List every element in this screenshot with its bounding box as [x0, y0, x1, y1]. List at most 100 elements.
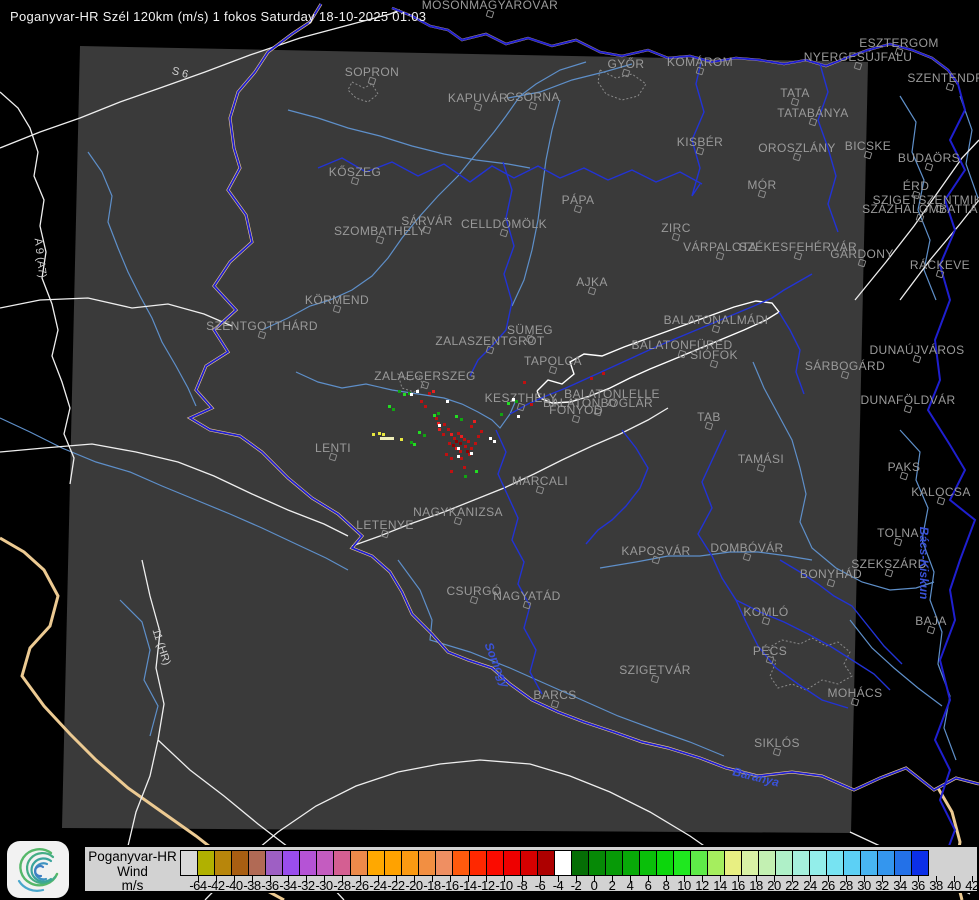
legend-tick-label: 28 [839, 878, 852, 893]
legend-tick-label: 38 [929, 878, 942, 893]
city-label: ZALAEGERSZEG [374, 369, 476, 383]
city-label: LENTI [315, 441, 351, 455]
legend-tick-label: -26 [351, 878, 368, 893]
radar-echo-pixel [464, 445, 467, 448]
legend-color-cell [333, 850, 351, 876]
radar-echo-pixel [447, 428, 450, 431]
map-title: Poganyvar-HR Szél 120km (m/s) 1 fokos Sa… [10, 9, 426, 24]
legend-tick-label: 2 [609, 878, 616, 893]
radar-echo-pixel [480, 430, 483, 433]
county-name-label: Bács-Kiskun [917, 527, 931, 600]
radar-echo-pixel [470, 425, 473, 428]
legend-color-cell [877, 850, 895, 876]
legend-tick-label: -64 [189, 878, 206, 893]
city-label: GÁRDONY [830, 247, 893, 261]
radar-echo-pixel [438, 424, 441, 427]
legend-unit: m/s [85, 879, 180, 894]
legend-color-cell [622, 850, 640, 876]
legend-color-cell [554, 850, 572, 876]
legend-color-cell [520, 850, 538, 876]
radar-echo-pixel [463, 438, 466, 441]
city-label: ÉRD [903, 179, 930, 193]
radar-echo-pixel [435, 417, 438, 420]
radar-echo-pixel [388, 405, 391, 408]
radar-echo-pixel [378, 432, 381, 435]
legend-bar: Poganyvar-HR Wind m/s -64-42-40-38-36-34… [83, 845, 979, 893]
legend-color-cell [265, 850, 283, 876]
city-label: FONYÓD [549, 403, 603, 417]
city-label: KISBÉR [677, 135, 723, 149]
legend-tick-label: 10 [677, 878, 690, 893]
city-label: MOSONMAGYARÓVÁR [422, 0, 558, 12]
legend-color-cell [639, 850, 657, 876]
legend-tick-label: -14 [459, 878, 476, 893]
radar-echo-pixel [457, 455, 460, 458]
radar-echo-pixel [450, 457, 453, 460]
radar-echo-pixel [450, 470, 453, 473]
legend-color-cell [843, 850, 861, 876]
radar-echo-pixel [517, 415, 520, 418]
legend-color-cell [248, 850, 266, 876]
legend-color-cell [503, 850, 521, 876]
city-label: AJKA [576, 275, 608, 289]
city-label: LETENYE [356, 518, 414, 532]
radar-echo-pixel [413, 443, 416, 446]
city-label: BARCS [533, 688, 576, 702]
legend-tick-label: -20 [405, 878, 422, 893]
radar-echo-pixel [470, 452, 473, 455]
radar-echo-pixel [398, 390, 401, 393]
city-label: SZOMBATHELY [334, 224, 426, 238]
city-label: CSORNA [506, 90, 560, 104]
city-label: TAB [697, 410, 721, 424]
legend-color-cell [367, 850, 385, 876]
legend-tick-label: 34 [893, 878, 906, 893]
radar-echo-pixel [512, 398, 515, 401]
city-label: MARCALI [512, 474, 568, 488]
radar-echo-pixel [433, 414, 436, 417]
radar-echo-pixel [420, 400, 423, 403]
city-label: TAMÁSI [738, 452, 784, 466]
radar-echo-pixel [507, 402, 510, 405]
radar-echo-pixel [455, 440, 458, 443]
legend-color-cell [316, 850, 334, 876]
legend-color-cell [911, 850, 929, 876]
legend-tick-label: -18 [423, 878, 440, 893]
legend-tick-label: -6 [535, 878, 546, 893]
radar-echo-pixel [372, 433, 375, 436]
radar-echo-pixel [464, 475, 467, 478]
radar-echo-pixel [466, 450, 469, 453]
legend-color-cell [860, 850, 878, 876]
radar-echo-pixel [403, 393, 406, 396]
city-label: PAKS [888, 460, 921, 474]
legend-tick-label: 12 [695, 878, 708, 893]
city-label: SIKLÓS [754, 736, 800, 750]
legend-color-cell [673, 850, 691, 876]
radar-echo-pixel [448, 442, 451, 445]
city-label: SIÓFOK [690, 348, 738, 362]
radar-echo-pixel [500, 413, 503, 416]
radar-echo-pixel [515, 400, 518, 403]
city-label: KÖRMEND [305, 293, 369, 307]
legend-tick-label: -10 [495, 878, 512, 893]
legend-tick-label: 4 [627, 878, 634, 893]
city-label: PÉCS [753, 644, 787, 658]
legend-tick-label: 6 [645, 878, 652, 893]
city-label: TOLNA [877, 526, 919, 540]
radar-echo-pixel [473, 420, 476, 423]
radar-echo-pixel [590, 377, 593, 380]
legend-color-cell [452, 850, 470, 876]
legend-tick-label: -12 [477, 878, 494, 893]
radar-echo-pixel [459, 450, 462, 453]
city-label: NAGYATÁD [493, 589, 560, 603]
city-label: NYERGESÚJFALU [804, 50, 913, 64]
city-label: MOHÁCS [827, 686, 882, 700]
radar-echo-pixel [418, 431, 421, 434]
legend-tick-label: -28 [333, 878, 350, 893]
legend-color-cell [826, 850, 844, 876]
city-label: GYŐR [608, 57, 645, 71]
radar-echo-pixel [455, 415, 458, 418]
legend-color-cell [809, 850, 827, 876]
radar-echo-pixel [463, 466, 466, 469]
legend-color-cell [588, 850, 606, 876]
legend-tick-label: 8 [663, 878, 670, 893]
